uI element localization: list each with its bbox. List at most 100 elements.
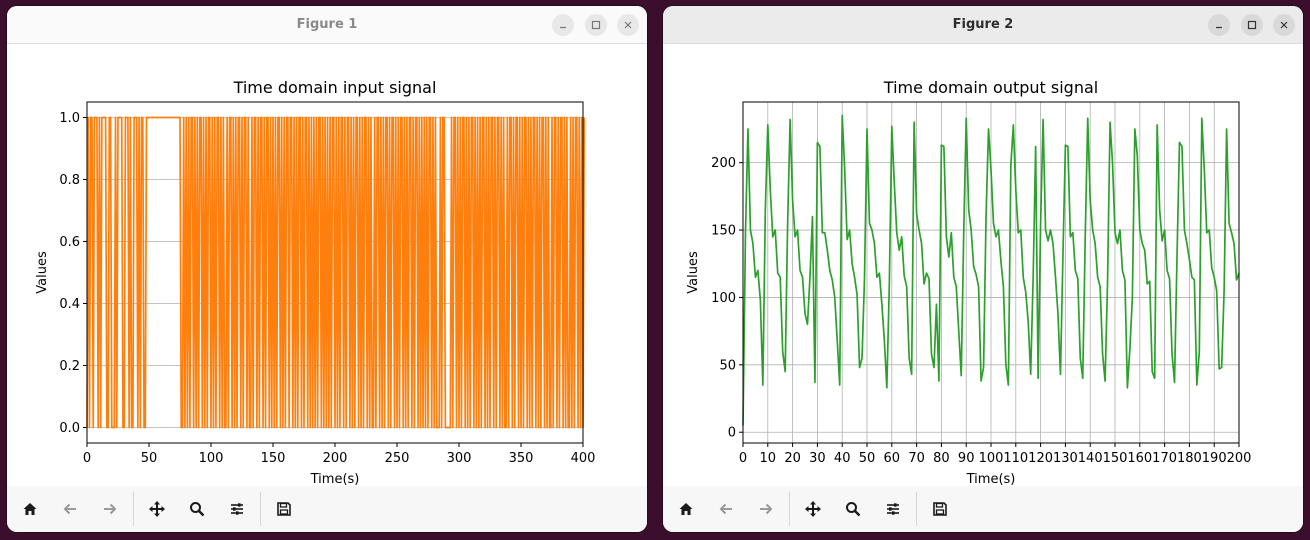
back-button[interactable] [55,494,85,524]
back-arrow-icon [719,503,732,515]
x-tick-label: 120 [1028,451,1053,466]
home-icon [679,503,693,515]
toolbar-separator [789,492,790,526]
title-bar[interactable]: Figure 1 [7,6,647,44]
x-tick-label: 350 [509,451,534,466]
y-tick-label: 0.4 [59,297,80,312]
x-tick-label: 130 [1053,451,1078,466]
configure-subplots-button[interactable] [222,494,252,524]
x-tick-label: 40 [834,451,851,466]
window-title: Figure 2 [952,17,1014,32]
zoom-magnifier-icon [846,502,861,517]
y-axis-label: Values [686,251,701,294]
x-tick-label: 60 [884,451,901,466]
close-button[interactable] [617,14,639,36]
x-tick-label: 170 [1152,451,1177,466]
toolbar-separator [260,492,261,526]
zoom-button[interactable] [838,494,868,524]
forward-button[interactable] [95,494,125,524]
y-tick-label: 100 [711,291,736,306]
zoom-magnifier-icon [190,502,205,517]
x-axis-label: Time(s) [310,472,360,486]
toolbar-separator [916,492,917,526]
y-tick-label: 150 [711,224,736,239]
maximize-icon [591,20,601,30]
configure-subplots-button[interactable] [878,494,908,524]
forward-arrow-icon [760,503,773,515]
x-tick-label: 150 [261,451,286,466]
x-tick-label: 10 [760,451,777,466]
x-tick-label: 150 [1103,451,1128,466]
x-tick-label: 160 [1127,451,1152,466]
x-tick-label: 190 [1202,451,1227,466]
home-button[interactable] [671,494,701,524]
pan-move-icon [149,501,165,517]
x-tick-label: 140 [1078,451,1103,466]
save-button[interactable] [269,494,299,524]
x-tick-label: 0 [83,451,91,466]
back-button[interactable] [711,494,741,524]
x-axis-label: Time(s) [966,472,1016,486]
save-disk-icon [933,502,947,516]
minimize-button[interactable] [552,14,574,36]
x-tick-label: 300 [447,451,472,466]
close-icon [624,21,632,29]
x-tick-label: 200 [323,451,348,466]
home-icon [23,503,37,515]
y-tick-label: 0.6 [59,235,80,250]
x-tick-label: 100 [199,451,224,466]
x-tick-label: 50 [141,451,158,466]
x-tick-label: 200 [1227,451,1252,466]
output-signal-chart: 0501001502000 10 20 30 40 50 60 70 80 90 100 110 120… [686,78,1252,487]
save-button[interactable] [925,494,955,524]
x-tick-label: 110 [1003,451,1028,466]
pan-button[interactable] [142,494,172,524]
input-signal-chart: 0.0 0.2 0.4 0.6 0.8 1.0 0 50 100 150 200 250 300 350 4… [35,78,596,487]
navigation-toolbar [7,486,647,532]
configure-subplots-icon [887,503,899,515]
pan-button[interactable] [798,494,828,524]
window-title: Figure 1 [296,17,358,32]
x-tick-label: 80 [933,451,950,466]
forward-button[interactable] [751,494,781,524]
x-tick-label: 180 [1177,451,1202,466]
x-tick-label: 0 [739,451,747,466]
figure-canvas[interactable]: 0.0 0.2 0.4 0.6 0.8 1.0 0 50 100 150 200 250 300 350 4… [7,44,647,487]
chart-title: Time domain input signal [233,78,437,97]
minimize-icon [1216,26,1222,29]
x-tick-label: 70 [908,451,925,466]
x-tick-label: 400 [571,451,596,466]
chart-title: Time domain output signal [883,78,1098,97]
minimize-icon [560,26,566,29]
save-disk-icon [277,502,291,516]
y-tick-label: 0.2 [59,359,80,374]
zoom-button[interactable] [182,494,212,524]
close-icon [1280,21,1288,29]
figure-2-window: Figure 2 0 50 100 150 200 0 10 20 30 40 50 60 70 80 90… [663,6,1303,532]
navigation-toolbar [663,486,1303,532]
home-button[interactable] [15,494,45,524]
x-tick-label: 30 [809,451,826,466]
y-tick-label: 0 [728,426,736,441]
x-tick-label: 250 [385,451,410,466]
y-tick-label: 1.0 [59,111,80,126]
figure-canvas[interactable]: 0 50 100 150 200 0 10 20 30 40 50 60 70 80 90 100 110 120… [663,44,1303,487]
maximize-icon [1247,20,1257,30]
maximize-button[interactable] [585,14,607,36]
configure-subplots-icon [231,503,243,515]
x-tick-label: 90 [958,451,975,466]
y-tick-label: 0.8 [59,173,80,188]
y-tick-label: 50 [719,358,736,373]
x-tick-label: 50 [859,451,876,466]
title-bar[interactable]: Figure 2 [663,6,1303,44]
minimize-button[interactable] [1208,14,1230,36]
y-axis-label: Values [35,251,50,294]
maximize-button[interactable] [1241,14,1263,36]
pan-move-icon [805,501,821,517]
figure-1-window: Figure 1 0.0 0.2 0.4 0.6 0.8 1.0 0 50 100 150 200 2… [7,6,647,532]
y-tick-label: 200 [711,156,736,171]
y-tick-label: 0.0 [59,421,80,436]
forward-arrow-icon [104,503,117,515]
close-button[interactable] [1273,14,1295,36]
x-tick-label: 20 [784,451,801,466]
